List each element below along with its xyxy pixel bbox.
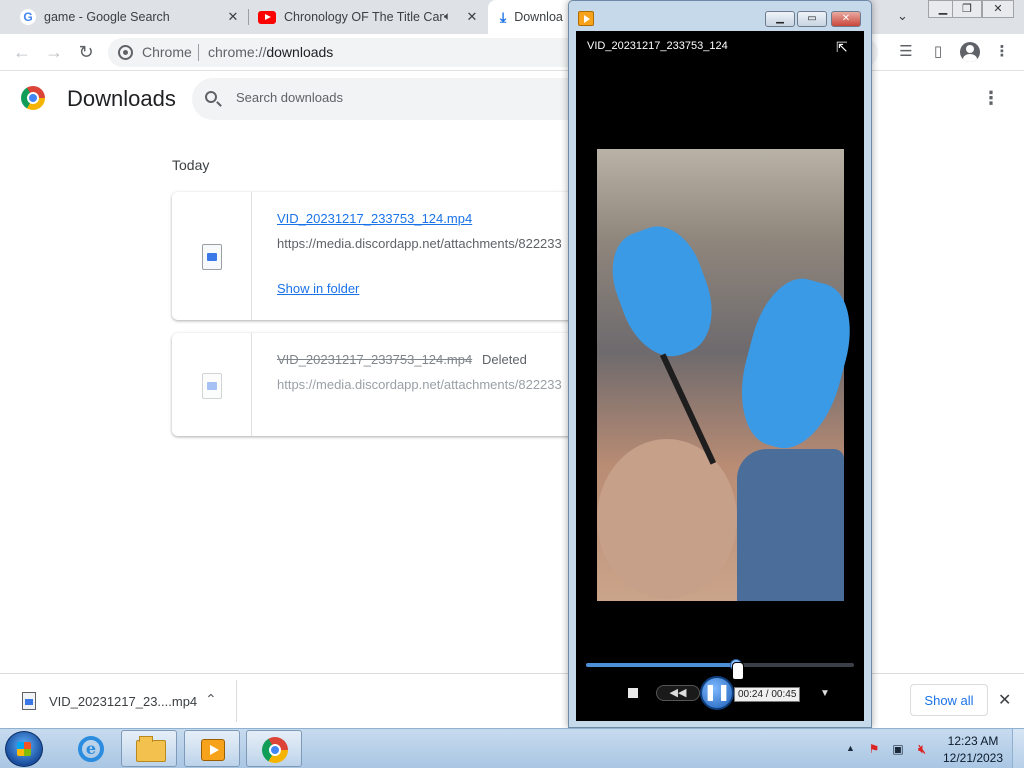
media-player-icon (578, 11, 594, 26)
taskbar-internet-explorer[interactable]: e (62, 730, 118, 767)
card-icon-column (172, 333, 252, 436)
more-options-icon[interactable]: ⋮ (982, 88, 1000, 109)
chrome-icon (262, 737, 288, 763)
back-arrow-icon[interactable]: ← (10, 41, 34, 65)
search-input[interactable] (236, 90, 566, 105)
download-source-url: https://media.discordapp.net/attachments… (277, 377, 562, 392)
chevron-down-icon[interactable]: ▼ (820, 688, 830, 699)
chrome-logo-icon (21, 86, 45, 110)
forward-arrow-icon[interactable]: → (42, 41, 66, 65)
player-body: VID_20231217_233753_124 ⇱ ◀◀ ❚❚ 00:24 / … (576, 31, 864, 721)
tab-google-search[interactable]: G game - Google Search ✕ (10, 0, 246, 34)
download-source-url: https://media.discordapp.net/attachments… (277, 236, 562, 251)
restore-button[interactable]: ❐ (952, 0, 982, 18)
download-card: VID_20231217_233753_124.mp4 https://medi… (172, 192, 592, 320)
shelf-divider (236, 680, 237, 722)
video-file-icon (22, 692, 36, 710)
url-text[interactable]: chrome://downloads (208, 44, 333, 60)
clock-date[interactable]: 12/21/2023 (940, 751, 1006, 765)
tab-separator (248, 9, 249, 25)
video-content (599, 215, 727, 369)
download-filename: VID_20231217_233753_124.mp4 (277, 352, 473, 367)
media-player-icon (201, 739, 225, 761)
close-icon[interactable]: ✕ (998, 690, 1011, 710)
volume-muted-icon[interactable]: 🔇︎ (914, 741, 930, 757)
taskbar-media-player[interactable] (184, 730, 240, 767)
taskbar-chrome[interactable] (246, 730, 302, 767)
video-content (737, 449, 844, 601)
taskbar-file-explorer[interactable] (121, 730, 177, 767)
download-filename-link[interactable]: VID_20231217_233753_124.mp4 (277, 211, 472, 226)
action-center-alert-icon[interactable]: ⚑ (866, 741, 882, 757)
show-desktop-button[interactable] (1012, 729, 1024, 768)
deleted-status: Deleted (482, 352, 527, 367)
side-panel-icon[interactable]: ▯ (928, 42, 948, 62)
google-icon: G (20, 9, 36, 25)
mouse-cursor (732, 662, 744, 680)
close-button[interactable]: ✕ (982, 0, 1014, 18)
player-minimize-button[interactable]: ▁ (765, 11, 795, 27)
omnibox-divider (198, 44, 199, 61)
youtube-icon (258, 10, 276, 24)
folder-icon (136, 736, 166, 762)
tab-title: game - Google Search (44, 10, 170, 24)
menu-icon[interactable]: ⋮ (992, 42, 1012, 62)
clock-time[interactable]: 12:23 AM (940, 734, 1006, 748)
media-control-icon[interactable]: ☰ (896, 42, 916, 62)
download-card-deleted: VID_20231217_233753_124.mp4 Deleted http… (172, 333, 592, 436)
speaker-icon[interactable]: 🔈︎ (444, 9, 451, 24)
pause-button[interactable]: ❚❚ (700, 676, 734, 710)
taskbar: e ▲ ⚑ ▣ 🔇︎ 12:23 AM 12/21/2023 (0, 728, 1024, 768)
search-icon (205, 91, 217, 103)
download-icon: ⤓ (500, 8, 507, 25)
video-content (597, 439, 737, 599)
video-file-icon (202, 373, 222, 399)
tab-youtube[interactable]: Chronology OF The Title Can 🔈︎ ✕ (250, 0, 485, 34)
media-player-window[interactable]: ▁ ▭ ✕ VID_20231217_233753_124 ⇱ ◀◀ ❚❚ 00… (568, 0, 872, 728)
video-content (726, 269, 864, 459)
show-in-folder-link[interactable]: Show in folder (277, 281, 359, 296)
video-frame[interactable] (597, 149, 864, 601)
player-close-button[interactable]: ✕ (831, 11, 861, 27)
page-title: Downloads (67, 86, 176, 111)
tab-title: Chronology OF The Title Can (284, 10, 444, 24)
player-restore-button[interactable]: ▭ (797, 11, 827, 27)
rewind-button[interactable]: ◀◀ (656, 685, 700, 701)
search-box[interactable] (192, 78, 592, 120)
close-icon[interactable]: ✕ (226, 10, 240, 24)
network-icon[interactable]: ▣ (890, 741, 906, 757)
start-button[interactable] (5, 731, 43, 767)
seek-progress (586, 663, 737, 667)
show-all-button[interactable]: Show all (910, 684, 988, 716)
time-display: 00:24 / 00:45 (734, 687, 801, 702)
close-icon[interactable]: ✕ (465, 10, 479, 24)
chevron-up-icon[interactable]: ⌃ (205, 691, 217, 708)
playlist-toggle-icon[interactable]: ⇱ (836, 39, 848, 56)
video-file-icon (202, 244, 222, 270)
player-filename: VID_20231217_233753_124 (587, 40, 728, 52)
tab-title: Downloa (514, 10, 563, 24)
chevron-down-icon[interactable]: ⌄ (897, 8, 908, 24)
shelf-filename[interactable]: VID_20231217_23....mp4 (49, 694, 197, 709)
stop-button[interactable] (628, 688, 638, 698)
profile-icon (960, 42, 980, 62)
card-icon-column (172, 192, 252, 320)
chrome-page-icon (118, 45, 133, 60)
internet-explorer-icon: e (78, 736, 104, 762)
reload-icon[interactable]: ↻ (74, 41, 98, 65)
omnibox-chip: Chrome (142, 44, 192, 60)
date-header: Today (172, 157, 210, 173)
tray-expand-icon[interactable]: ▲ (846, 743, 855, 753)
seek-bar[interactable] (586, 659, 854, 671)
profile-button[interactable] (960, 42, 980, 62)
tab-downloads[interactable]: ⤓ Downloa (488, 0, 578, 34)
